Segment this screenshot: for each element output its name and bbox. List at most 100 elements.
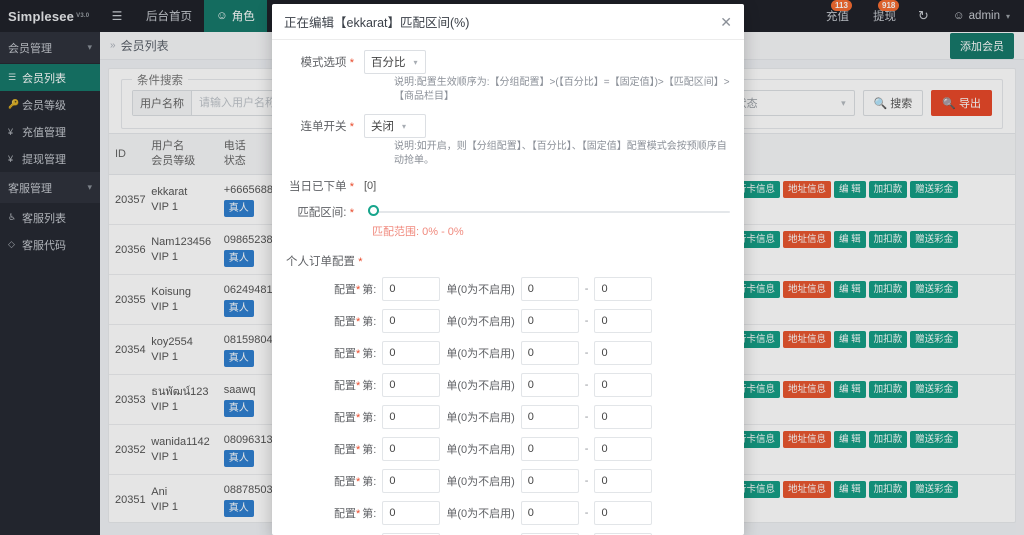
config-row: 配置*第: 单(0为不启用) - (286, 405, 730, 429)
config-prefix-text: 第: (362, 508, 377, 520)
chain-switch-label-text: 连单开关 (300, 121, 347, 133)
required-marker: * (356, 444, 361, 456)
config-prefix-text: 第: (362, 412, 377, 424)
config-row: 配置*第: 单(0为不启用) - (286, 277, 730, 301)
config-label-text: 配置 (334, 316, 356, 328)
config-range-dash: - (584, 315, 589, 327)
config-range-to-input[interactable] (594, 501, 653, 525)
config-row: 配置*第: 单(0为不启用) - (286, 309, 730, 333)
config-label-text: 配置 (334, 284, 356, 296)
required-marker: * (349, 57, 354, 69)
config-mid-label: 单(0为不启用) (446, 316, 515, 328)
config-row: 配置*第: 单(0为不启用) - (286, 373, 730, 397)
required-marker: * (358, 256, 363, 268)
config-range-from-input[interactable] (520, 437, 579, 461)
config-range-from-input[interactable] (520, 341, 579, 365)
config-range-to-input[interactable] (594, 405, 653, 429)
config-prefix-text: 第: (362, 348, 377, 360)
config-row-label: 配置* 第: (334, 409, 376, 425)
chain-switch-select[interactable]: 关闭 ▾ (364, 114, 426, 138)
config-range-dash: - (584, 443, 589, 455)
config-range-to-input[interactable] (594, 277, 653, 301)
config-range-to-input[interactable] (594, 469, 653, 493)
today-orders-value: [0] (364, 180, 377, 192)
config-row-label: 配置* 第: (334, 313, 376, 329)
config-row-label: 配置* 第: (334, 473, 376, 489)
edit-match-range-modal: 正在编辑【ekkarat】匹配区间(%) ✕ 模式选项 * 百分比 ▾ 说明:配… (272, 4, 744, 535)
config-row: 配置*第: 单(0为不启用) - (286, 341, 730, 365)
config-order-count-input[interactable] (382, 501, 441, 525)
required-marker: * (356, 412, 361, 424)
today-orders-row: 当日已下单 * [0] (286, 178, 730, 194)
required-marker: * (349, 181, 354, 193)
required-marker: * (356, 476, 361, 488)
config-prefix-text: 第: (362, 476, 377, 488)
config-row-label: 配置* 第: (334, 441, 376, 457)
required-marker: * (356, 348, 361, 360)
config-row: 配置*第: 单(0为不启用) - (286, 469, 730, 493)
config-row-label: 配置* 第: (334, 281, 376, 297)
chevron-down-icon: ▾ (402, 121, 407, 131)
slider-track (368, 211, 730, 213)
config-range-from-input[interactable] (520, 309, 579, 333)
mode-option-select[interactable]: 百分比 ▾ (364, 50, 426, 74)
config-order-count-input[interactable] (382, 469, 441, 493)
required-marker: * (356, 316, 361, 328)
config-range-dash: - (584, 379, 589, 391)
mode-option-label: 模式选项 * (286, 54, 364, 70)
config-range-to-input[interactable] (594, 341, 653, 365)
config-row-label: 配置* 第: (334, 377, 376, 393)
config-range-from-input[interactable] (520, 277, 579, 301)
config-order-count-input[interactable] (382, 341, 441, 365)
config-row-label: 配置* 第: (334, 345, 376, 361)
required-marker: * (356, 284, 361, 296)
config-range-dash: - (584, 283, 589, 295)
modal-body: 模式选项 * 百分比 ▾ 说明:配置生效顺序为:【分组配置】>(【百分比】=【固… (272, 40, 744, 535)
today-orders-label-text: 当日已下单 (289, 181, 347, 193)
config-prefix-text: 第: (362, 316, 377, 328)
config-range-to-input[interactable] (594, 309, 653, 333)
config-label-text: 配置 (334, 412, 356, 424)
config-rows-container: 配置*第:单(0为不启用)-配置*第:单(0为不启用)-配置*第:单(0为不启用… (286, 277, 730, 535)
match-range-slider[interactable] (368, 205, 730, 219)
config-range-from-input[interactable] (520, 469, 579, 493)
required-marker: * (356, 508, 361, 520)
config-range-from-input[interactable] (520, 405, 579, 429)
required-marker: * (356, 380, 361, 392)
config-label-text: 配置 (334, 476, 356, 488)
today-orders-label: 当日已下单 * (286, 178, 364, 194)
chain-switch-label: 连单开关 * (286, 118, 364, 134)
config-range-from-input[interactable] (520, 373, 579, 397)
chain-switch-hint: 说明:如开启，则【分组配置】、【百分比】、【固定值】配置模式会按预顺序自动抢单。 (394, 141, 727, 166)
match-range-slider-row: 匹配区间: * (286, 204, 730, 220)
config-mid-label: 单(0为不启用) (446, 412, 515, 424)
config-order-count-input[interactable] (382, 437, 441, 461)
config-row: 配置*第: 单(0为不启用) - (286, 501, 730, 525)
config-order-count-input[interactable] (382, 277, 441, 301)
config-range-dash: - (584, 507, 589, 519)
config-range-from-input[interactable] (520, 501, 579, 525)
config-mid-label: 单(0为不启用) (446, 476, 515, 488)
modal-header: 正在编辑【ekkarat】匹配区间(%) ✕ (272, 4, 744, 40)
config-order-count-input[interactable] (382, 373, 441, 397)
chevron-down-icon: ▾ (413, 57, 418, 67)
config-row: 配置*第: 单(0为不启用) - (286, 437, 730, 461)
config-range-dash: - (584, 411, 589, 423)
config-mid-label: 单(0为不启用) (446, 348, 515, 360)
config-range-to-input[interactable] (594, 437, 653, 461)
required-marker: * (349, 121, 354, 133)
chain-switch-row: 连单开关 * 关闭 ▾ (286, 114, 730, 138)
config-range-dash: - (584, 475, 589, 487)
app-root: SimpleseeV3.0 ☰ 后台首页 ☺ 角色 ⚖ 充 113 充值 918… (0, 0, 1024, 535)
config-label-text: 配置 (334, 380, 356, 392)
required-marker: * (349, 207, 354, 219)
slider-handle[interactable] (368, 205, 379, 216)
config-label-text: 配置 (334, 444, 356, 456)
close-icon[interactable]: ✕ (720, 15, 732, 29)
config-order-count-input[interactable] (382, 405, 441, 429)
config-order-count-input[interactable] (382, 309, 441, 333)
config-label-text: 配置 (334, 508, 356, 520)
config-prefix-text: 第: (362, 284, 377, 296)
config-range-to-input[interactable] (594, 373, 653, 397)
match-range-label-text: 匹配区间: (297, 207, 347, 219)
